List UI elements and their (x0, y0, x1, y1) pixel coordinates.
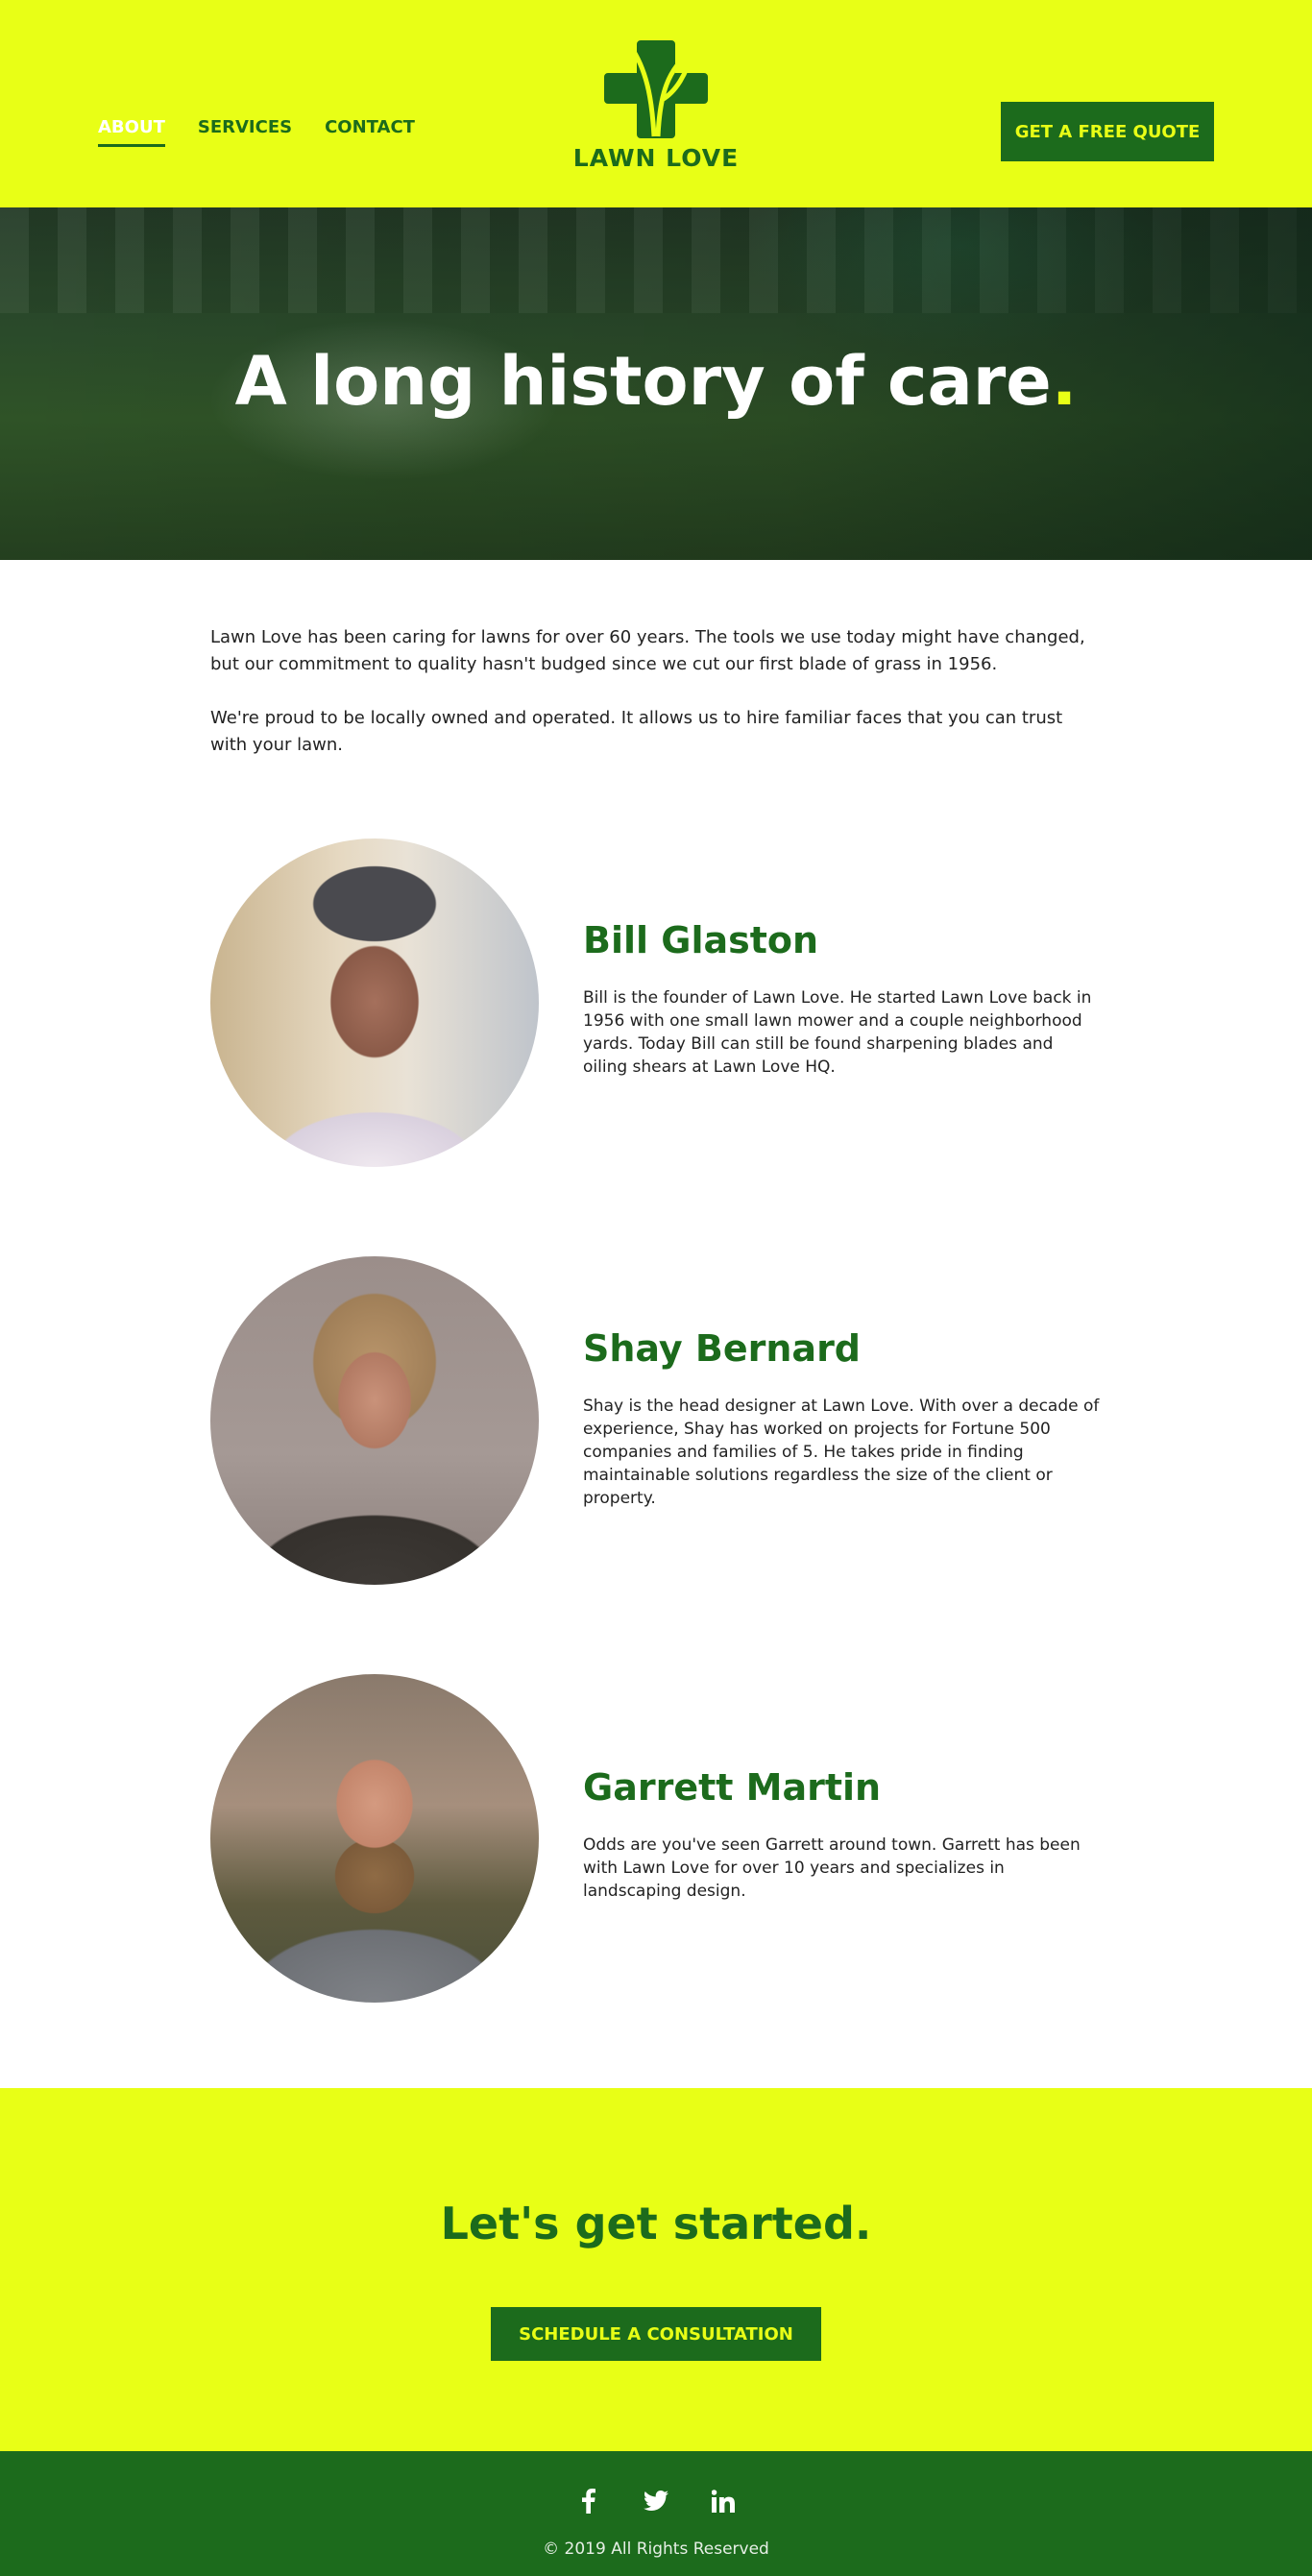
get-free-quote-button[interactable]: GET A FREE QUOTE (1001, 102, 1214, 161)
team-member-bio: Odds are you've seen Garrett around town… (583, 1835, 1081, 1901)
team-member-card: Bill Glaston Bill is the founder of Lawn… (210, 838, 1104, 1167)
team-member-name: Shay Bernard (583, 1327, 862, 1370)
facebook-icon[interactable] (576, 2488, 601, 2515)
leaf-cross-icon (604, 40, 708, 138)
cta-section: Let's get started. SCHEDULE A CONSULTATI… (0, 2088, 1312, 2451)
team-member-card: Garrett Martin Odds are you've seen Garr… (210, 1674, 1104, 2003)
site-footer: © 2019 All Rights Reserved (0, 2451, 1312, 2576)
hero-title: A long history of care. (0, 342, 1312, 421)
team-member-info: Bill Glaston Bill is the founder of Lawn… (583, 919, 1102, 1079)
team-member-name: Bill Glaston (583, 919, 819, 961)
linkedin-icon[interactable] (711, 2488, 736, 2515)
avatar (210, 1256, 539, 1585)
schedule-consultation-button[interactable]: SCHEDULE A CONSULTATION (491, 2307, 821, 2361)
nav-services-link[interactable]: SERVICES (198, 117, 292, 147)
hero-title-dot: . (1051, 342, 1078, 421)
site-header: ABOUT SERVICES CONTACT LAWN LOVE GET A F… (0, 0, 1312, 207)
intro-paragraph: We're proud to be locally owned and oper… (210, 708, 1063, 755)
avatar (210, 1674, 539, 2003)
logo-text: LAWN LOVE (572, 144, 740, 172)
team-member-info: Shay Bernard Shay is the head designer a… (583, 1327, 1102, 1510)
hero-title-text: A long history of care (234, 342, 1052, 421)
avatar (210, 838, 539, 1167)
intro-section: Lawn Love has been caring for lawns for … (210, 624, 1104, 786)
team-member-info: Garrett Martin Odds are you've seen Garr… (583, 1766, 1102, 1903)
team-member-bio: Shay is the head designer at Lawn Love. … (583, 1397, 1100, 1508)
intro-paragraph: Lawn Love has been caring for lawns for … (210, 627, 1085, 674)
cta-title: Let's get started. (440, 2198, 872, 2249)
team-member-name: Garrett Martin (583, 1766, 882, 1809)
nav-about-link[interactable]: ABOUT (98, 117, 165, 147)
hero-banner: A long history of care. (0, 207, 1312, 560)
social-links (0, 2488, 1312, 2515)
main-nav: ABOUT SERVICES CONTACT (98, 117, 415, 147)
team-member-bio: Bill is the founder of Lawn Love. He sta… (583, 988, 1092, 1077)
nav-contact-link[interactable]: CONTACT (325, 117, 415, 147)
team-member-card: Shay Bernard Shay is the head designer a… (210, 1256, 1104, 1585)
twitter-icon[interactable] (644, 2488, 668, 2515)
copyright-text: © 2019 All Rights Reserved (543, 2540, 769, 2559)
site-logo[interactable]: LAWN LOVE (572, 36, 740, 172)
